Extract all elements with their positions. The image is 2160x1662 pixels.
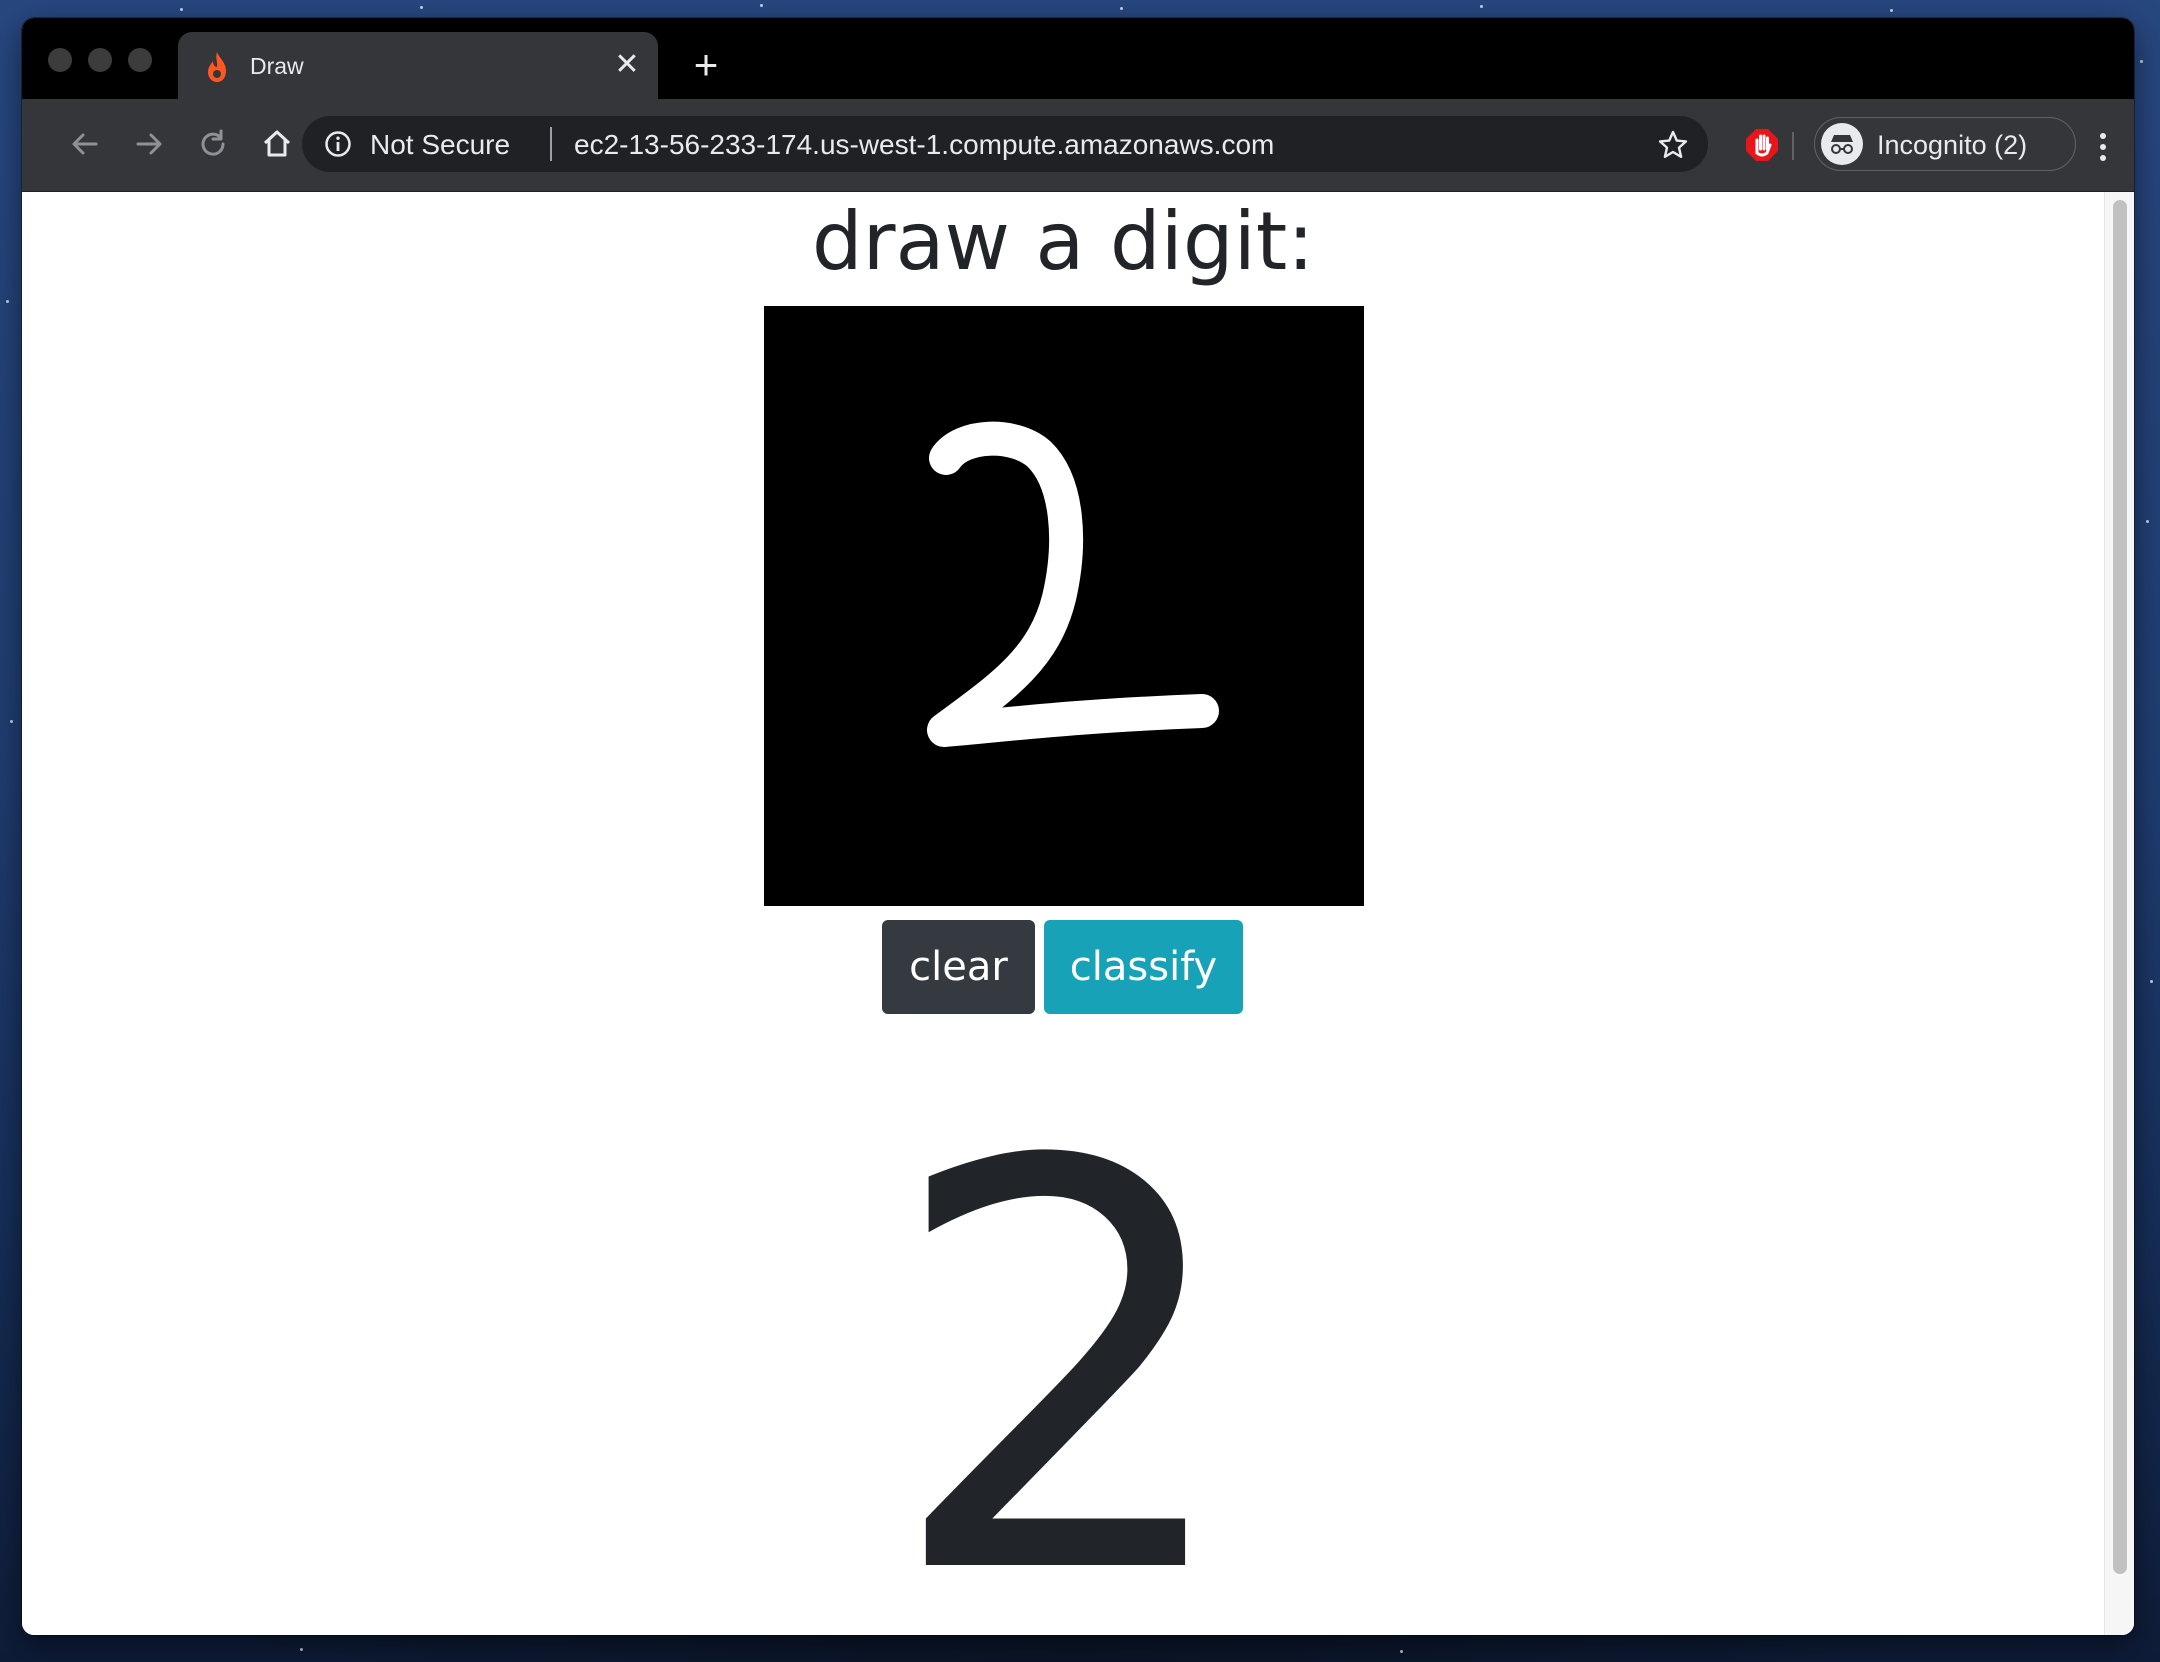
window-close-control[interactable] <box>48 48 72 72</box>
window-zoom-control[interactable] <box>128 48 152 72</box>
url-separator <box>550 127 552 161</box>
tab-draw[interactable]: Draw ✕ <box>178 32 658 99</box>
page-heading: draw a digit: <box>811 195 1315 288</box>
profile-button[interactable]: Incognito (2) <box>1814 117 2076 171</box>
close-icon[interactable]: ✕ <box>610 48 644 82</box>
plus-icon[interactable]: + <box>686 44 726 86</box>
kebab-menu-icon[interactable] <box>2088 127 2118 167</box>
flame-icon <box>208 52 226 82</box>
address-bar[interactable]: Not Secure ec2-13-56-233-174.us-west-1.c… <box>302 116 1708 172</box>
reload-button[interactable] <box>190 121 236 167</box>
window-minimize-control[interactable] <box>88 48 112 72</box>
star-icon[interactable] <box>1656 128 1690 162</box>
toolbar-separator <box>1792 132 1794 160</box>
classify-button[interactable]: classify <box>1044 920 1243 1014</box>
tab-title: Draw <box>250 53 304 79</box>
incognito-icon <box>1821 123 1863 165</box>
hand-stop-icon[interactable] <box>1742 125 1782 165</box>
drawing-canvas[interactable] <box>764 306 1364 906</box>
forward-button[interactable] <box>126 121 172 167</box>
back-button[interactable] <box>62 121 108 167</box>
home-icon <box>263 130 291 157</box>
clear-button[interactable]: clear <box>882 920 1035 1014</box>
home-button[interactable] <box>254 121 300 167</box>
profile-label: Incognito (2) <box>1877 130 2028 160</box>
tab-strip: Draw ✕ + <box>22 18 2134 99</box>
scrollbar-thumb[interactable] <box>2113 200 2127 1574</box>
browser-window: Draw ✕ + Not Secure ec2-13-56-233-174.us… <box>22 18 2134 1635</box>
prediction-result: 2 <box>884 1046 1242 1635</box>
page-content: draw a digit: clear classify 2 <box>22 192 2134 1635</box>
security-label[interactable]: Not Secure <box>370 129 510 161</box>
reload-icon <box>201 129 225 156</box>
arrow-right-icon <box>136 133 162 155</box>
arrow-left-icon <box>72 133 98 155</box>
vertical-scrollbar[interactable] <box>2104 192 2134 1635</box>
url-text[interactable]: ec2-13-56-233-174.us-west-1.compute.amaz… <box>574 129 1274 161</box>
info-icon[interactable] <box>324 130 352 158</box>
drawn-digit-stroke <box>927 421 1219 747</box>
browser-toolbar: Not Secure ec2-13-56-233-174.us-west-1.c… <box>22 99 2134 192</box>
